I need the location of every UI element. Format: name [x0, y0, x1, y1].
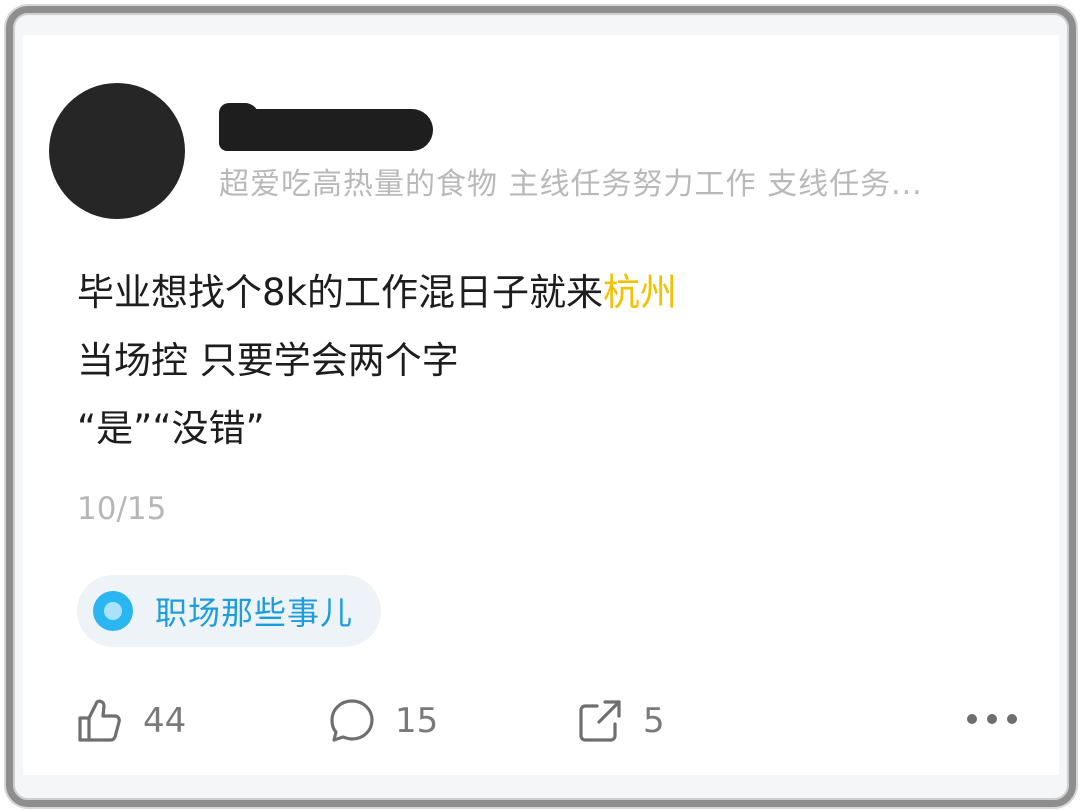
- more-dot-icon: [1007, 714, 1017, 724]
- post-line-1: 毕业想找个8k的工作混日子就来杭州: [77, 259, 977, 327]
- post-line-3: “是”“没错”: [77, 407, 265, 450]
- post-content[interactable]: 毕业想找个8k的工作混日子就来杭州 当场控 只要学会两个字 “是”“没错”: [77, 259, 977, 463]
- post-line-2: 当场控 只要学会两个字: [77, 339, 459, 382]
- post-date: 10/15: [77, 491, 167, 527]
- post-line-1-text: 毕业想找个8k的工作混日子就来: [77, 271, 603, 314]
- topic-circle-icon: [93, 591, 133, 631]
- screenshot-frame: 超爱吃高热量的食物 主线任务努力工作 支线任务... 毕业想找个8k的工作混日子…: [6, 6, 1076, 807]
- avatar[interactable]: [49, 83, 185, 219]
- action-bar: 44 15 5: [23, 691, 1059, 751]
- topic-tag[interactable]: 职场那些事儿: [77, 575, 382, 647]
- more-dot-icon: [967, 714, 977, 724]
- post-line-1-highlight: 杭州: [602, 271, 677, 314]
- user-bio: 超爱吃高热量的食物 主线任务努力工作 支线任务...: [219, 167, 923, 202]
- comment-bubble-icon: [330, 699, 374, 742]
- comment-count: 15: [395, 701, 439, 741]
- more-dot-icon: [987, 714, 997, 724]
- more-options-button[interactable]: [967, 707, 1017, 731]
- like-button[interactable]: 44: [75, 691, 186, 751]
- comment-button[interactable]: 15: [327, 691, 438, 751]
- like-count: 44: [143, 701, 187, 741]
- share-icon: [579, 700, 621, 742]
- share-count: 5: [643, 701, 665, 741]
- post-card: 超爱吃高热量的食物 主线任务努力工作 支线任务... 毕业想找个8k的工作混日子…: [23, 35, 1059, 775]
- share-button[interactable]: 5: [575, 691, 665, 751]
- thumbs-up-icon: [78, 699, 121, 742]
- topic-label: 职场那些事儿: [155, 594, 354, 632]
- username-redacted[interactable]: [219, 103, 433, 151]
